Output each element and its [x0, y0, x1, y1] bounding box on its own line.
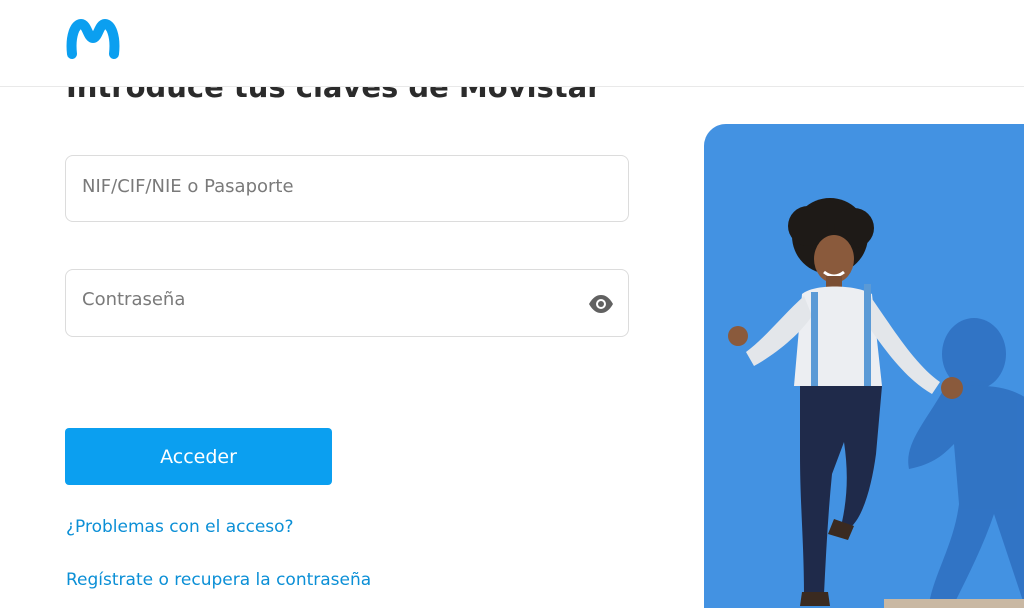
password-field[interactable] [65, 266, 629, 337]
password-input[interactable] [82, 266, 572, 332]
header [0, 0, 1024, 87]
eye-icon[interactable] [588, 292, 614, 316]
access-problems-link[interactable]: ¿Problemas con el acceso? [66, 517, 294, 537]
id-field[interactable] [65, 154, 629, 222]
id-input[interactable] [82, 154, 572, 219]
submit-button[interactable]: Acceder [65, 428, 332, 485]
hero-illustration [704, 124, 1024, 608]
register-link[interactable]: Regístrate o recupera la contraseña [66, 570, 371, 590]
hero-image [704, 124, 1024, 608]
login-page: Introduce tus claves de Movistar Acceder… [0, 0, 1024, 608]
movistar-logo-icon[interactable] [66, 18, 120, 60]
